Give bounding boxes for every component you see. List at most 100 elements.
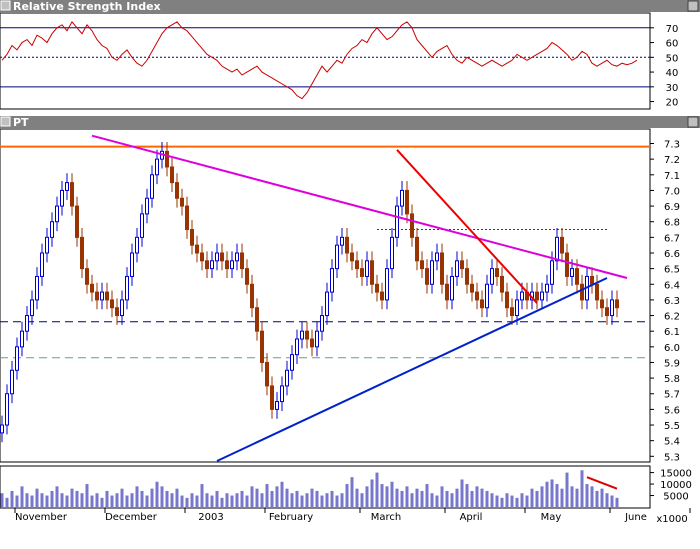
- volume-bar: [595, 490, 599, 507]
- volume-bar: [590, 486, 594, 507]
- volume-bar: [320, 495, 324, 507]
- price-tick-label: 7.1: [664, 171, 680, 182]
- candle-body: [485, 283, 489, 309]
- volume-bar: [580, 470, 584, 507]
- candle-body: [215, 252, 219, 262]
- volume-bar: [155, 481, 159, 507]
- price-maximize-icon[interactable]: [687, 116, 699, 128]
- candle-body: [310, 338, 314, 348]
- volume-bar: [195, 495, 199, 507]
- volume-bar: [395, 488, 399, 507]
- x-tick-label: June: [624, 512, 647, 523]
- volume-bar: [325, 493, 329, 507]
- candle-body: [185, 205, 189, 231]
- x-tick-label: February: [269, 512, 313, 523]
- volume-bar: [50, 490, 54, 507]
- volume-bar: [410, 493, 414, 507]
- candle-body: [515, 299, 519, 317]
- volume-bar: [285, 488, 289, 507]
- volume-bar: [585, 484, 589, 507]
- candle-body: [230, 260, 234, 270]
- candle-body: [365, 260, 369, 277]
- volume-bar: [345, 484, 349, 507]
- candle-body: [570, 268, 574, 277]
- candle-body: [605, 307, 609, 317]
- price-tick-label: 5.9: [664, 358, 680, 369]
- volume-bar: [255, 488, 259, 507]
- price-tick-label: 6.7: [664, 233, 680, 244]
- candle-body: [460, 260, 464, 270]
- volume-bar: [535, 490, 539, 507]
- volume-bar: [510, 495, 514, 507]
- x-tick-label: December: [105, 512, 158, 523]
- volume-bar: [225, 493, 229, 507]
- price-tick-label: 7.2: [664, 155, 680, 166]
- volume-bar: [455, 488, 459, 507]
- rsi-tick-label: 30: [666, 83, 679, 94]
- rsi-tick-label: 50: [666, 53, 679, 64]
- candle-body: [505, 291, 509, 309]
- volume-bar: [615, 497, 619, 507]
- candle-body: [150, 174, 154, 199]
- candle-body: [550, 260, 554, 285]
- volume-bar: [65, 495, 69, 507]
- volume-bar: [340, 493, 344, 507]
- candle-body: [125, 275, 129, 301]
- volume-bar: [30, 495, 34, 507]
- volume-bar: [75, 490, 79, 507]
- candle-body: [370, 260, 374, 285]
- volume-bar: [440, 486, 444, 507]
- rsi-tick-label: 70: [666, 24, 679, 35]
- candle-body: [50, 221, 54, 238]
- candle-body: [480, 299, 484, 309]
- price-panel: PT 7.3 7.2 7.1 7.0 6.9 6.8 6.7 6.6 6.5 6.4 6.3 6.2 6…: [0, 116, 700, 463]
- volume-bar: [415, 488, 419, 507]
- rsi-tick-label: 20: [666, 98, 679, 109]
- volume-bar: [335, 495, 339, 507]
- price-tick-label: 5.5: [664, 421, 680, 432]
- candle-body: [560, 236, 564, 254]
- candle-body: [490, 268, 494, 285]
- candle-body: [200, 252, 204, 262]
- rsi-panel-menu-icon[interactable]: [0, 0, 11, 11]
- candle-body: [5, 393, 9, 426]
- candle-body: [315, 330, 319, 348]
- candle-body: [415, 236, 419, 262]
- volume-bar: [480, 488, 484, 507]
- volume-bar: [115, 493, 119, 507]
- candle-body: [85, 268, 89, 285]
- candle-body: [30, 299, 34, 317]
- x-tick-label: 2003: [198, 512, 223, 523]
- volume-bar: [570, 486, 574, 507]
- volume-tick-label: 10000: [660, 480, 692, 491]
- volume-bar: [10, 490, 14, 507]
- x-tick-label: November: [15, 512, 68, 523]
- price-tick-label: 6.6: [664, 249, 680, 260]
- volume-bar: [515, 497, 519, 507]
- price-tick-label: 7.0: [664, 186, 680, 197]
- volume-bar: [270, 490, 274, 507]
- rsi-maximize-icon[interactable]: [687, 0, 699, 12]
- candle-body: [300, 330, 304, 340]
- volume-bar: [145, 495, 149, 507]
- volume-bar: [120, 488, 124, 507]
- volume-bar: [600, 488, 604, 507]
- volume-bar: [25, 493, 29, 507]
- price-panel-menu-icon[interactable]: [0, 116, 11, 127]
- volume-bar: [430, 493, 434, 507]
- price-tick-label: 6.8: [664, 218, 680, 229]
- volume-bar: [330, 490, 334, 507]
- volume-bar: [55, 486, 59, 507]
- candle-body: [95, 291, 99, 301]
- candle-body: [145, 197, 149, 215]
- candle-body: [0, 424, 4, 434]
- candle-body: [255, 307, 259, 332]
- candle-body: [220, 252, 224, 262]
- volume-bar: [445, 490, 449, 507]
- candle-body: [210, 260, 214, 270]
- volume-tick-label: 5000: [663, 492, 688, 503]
- volume-bar: [60, 493, 64, 507]
- candle-body: [545, 283, 549, 293]
- candle-body: [290, 354, 294, 371]
- price-tick-label: 5.4: [664, 437, 680, 448]
